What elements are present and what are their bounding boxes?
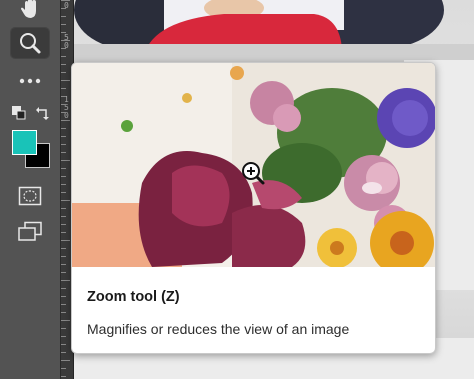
ruler-tick [61, 336, 66, 337]
ruler-tick [61, 272, 66, 273]
ruler-tick [61, 264, 66, 265]
ruler-tick [61, 232, 66, 233]
ruler-tick [61, 304, 66, 305]
ruler-tick [61, 64, 66, 65]
ruler-tick [61, 208, 66, 209]
ruler-tick [61, 368, 66, 369]
ruler-tick [61, 56, 66, 57]
ruler-tick [61, 144, 66, 145]
ruler-tick [61, 328, 66, 329]
ruler-tick [61, 80, 70, 81]
default-colors-icon[interactable] [12, 106, 26, 125]
ruler-tick [61, 320, 70, 321]
screen-mode-button[interactable] [11, 217, 49, 247]
ruler-tick [61, 16, 66, 17]
ruler-tick [61, 176, 66, 177]
tooltip-title: Zoom tool (Z) [87, 289, 180, 305]
ruler-tick [61, 72, 66, 73]
ruler-tick [61, 360, 70, 361]
hand-tool-button[interactable] [11, 0, 49, 24]
ruler-tick [61, 8, 66, 9]
ruler-tick [61, 104, 66, 105]
tools-panel [0, 0, 60, 379]
ruler-tick [61, 168, 66, 169]
ruler-tick [61, 160, 70, 161]
ellipsis-icon [19, 78, 41, 84]
ruler-tick [61, 280, 70, 281]
tool-tooltip: Zoom tool (Z) Magnifies or reduces the v… [71, 62, 436, 354]
ruler-tick [61, 112, 66, 113]
ruler-tick [61, 40, 70, 41]
ruler-tick [61, 96, 66, 97]
quick-mask-button[interactable] [11, 181, 49, 211]
ruler-tick [61, 248, 66, 249]
tooltip-description: Magnifies or reduces the view of an imag… [87, 321, 350, 337]
ruler-tick [61, 152, 66, 153]
ruler-tick [61, 240, 70, 241]
ruler-tick [61, 24, 66, 25]
zoom-tool-button[interactable] [10, 27, 50, 59]
ruler-tick [61, 296, 66, 297]
ruler-tick [61, 224, 66, 225]
ruler-tick [61, 32, 66, 33]
ruler-tick [61, 48, 66, 49]
ruler-tick [61, 184, 66, 185]
hand-icon [21, 0, 36, 18]
ruler-tick [61, 256, 66, 257]
ruler-tick [61, 88, 66, 89]
ruler-tick [61, 200, 70, 201]
ruler-tick [61, 216, 66, 217]
ruler-tick [61, 128, 66, 129]
tooltip-preview-image [72, 63, 435, 267]
ruler-tick [61, 352, 66, 353]
ruler-tick [61, 120, 70, 121]
ruler-tick [61, 192, 66, 193]
foreground-color-swatch[interactable] [12, 130, 37, 155]
ruler-tick [61, 0, 70, 1]
ruler-tick [61, 136, 66, 137]
swap-colors-icon[interactable] [36, 106, 50, 125]
quick-mask-icon [18, 186, 42, 206]
more-tools-button[interactable] [11, 66, 49, 96]
magnifier-icon [20, 33, 41, 54]
ruler-tick [61, 312, 66, 313]
ruler-tick [61, 288, 66, 289]
screen-mode-icon [18, 221, 42, 241]
ruler-tick [61, 376, 66, 377]
ruler-label: 0 [64, 111, 69, 120]
ruler-tick [61, 344, 66, 345]
